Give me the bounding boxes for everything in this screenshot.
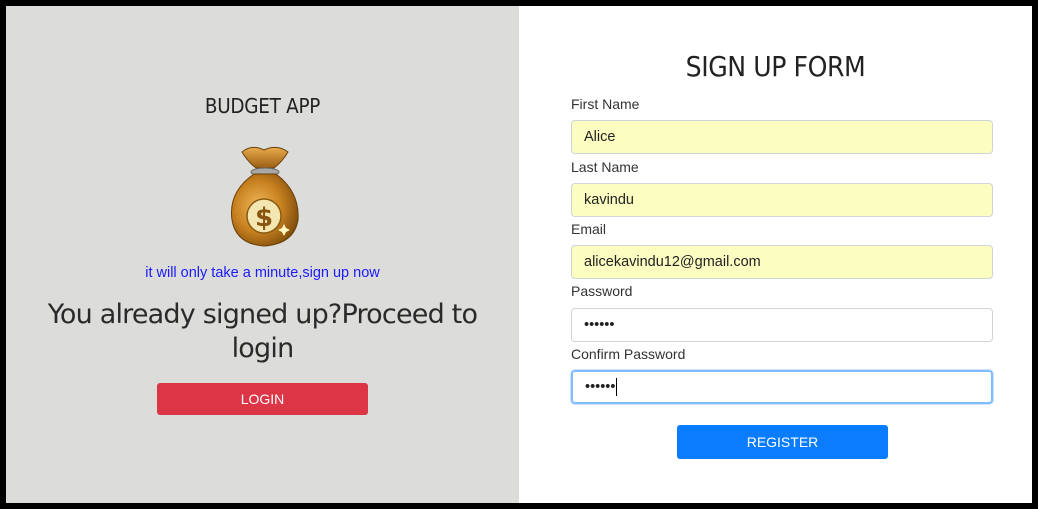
- last-name-field[interactable]: kavindu: [571, 183, 993, 217]
- form-title: SIGN UP FORM: [685, 50, 866, 83]
- tagline: it will only take a minute,sign up now: [145, 265, 380, 281]
- login-button[interactable]: LOGIN: [157, 383, 368, 415]
- signup-panel: SIGN UP FORM First Name Alice Last Name …: [519, 6, 1032, 503]
- confirm-password-label: Confirm Password: [571, 346, 686, 362]
- last-name-value: kavindu: [584, 192, 634, 208]
- text-caret: [616, 378, 618, 396]
- password-label: Password: [571, 283, 633, 299]
- last-name-label: Last Name: [571, 159, 639, 175]
- svg-text:$: $: [255, 203, 273, 233]
- login-panel: BUDGET APP $ it will only take a minute,…: [6, 6, 519, 503]
- first-name-value: Alice: [584, 129, 616, 145]
- proceed-to-login-text: You already signed up?Proceed to login: [47, 299, 478, 364]
- register-button[interactable]: REGISTER: [677, 425, 888, 459]
- first-name-field[interactable]: Alice: [571, 120, 993, 154]
- confirm-password-field[interactable]: ••••••: [571, 370, 993, 404]
- app-title: BUDGET APP: [204, 94, 321, 118]
- email-label: Email: [571, 221, 607, 237]
- email-value: alicekavindu12@gmail.com: [584, 254, 761, 270]
- confirm-password-value: ••••••: [585, 379, 616, 395]
- email-field[interactable]: alicekavindu12@gmail.com: [571, 245, 993, 279]
- password-value: ••••••: [584, 317, 615, 333]
- first-name-label: First Name: [571, 96, 640, 112]
- app-window: BUDGET APP $ it will only take a minute,…: [6, 6, 1032, 503]
- password-field[interactable]: ••••••: [571, 308, 993, 342]
- money-bag-icon: $: [230, 146, 299, 247]
